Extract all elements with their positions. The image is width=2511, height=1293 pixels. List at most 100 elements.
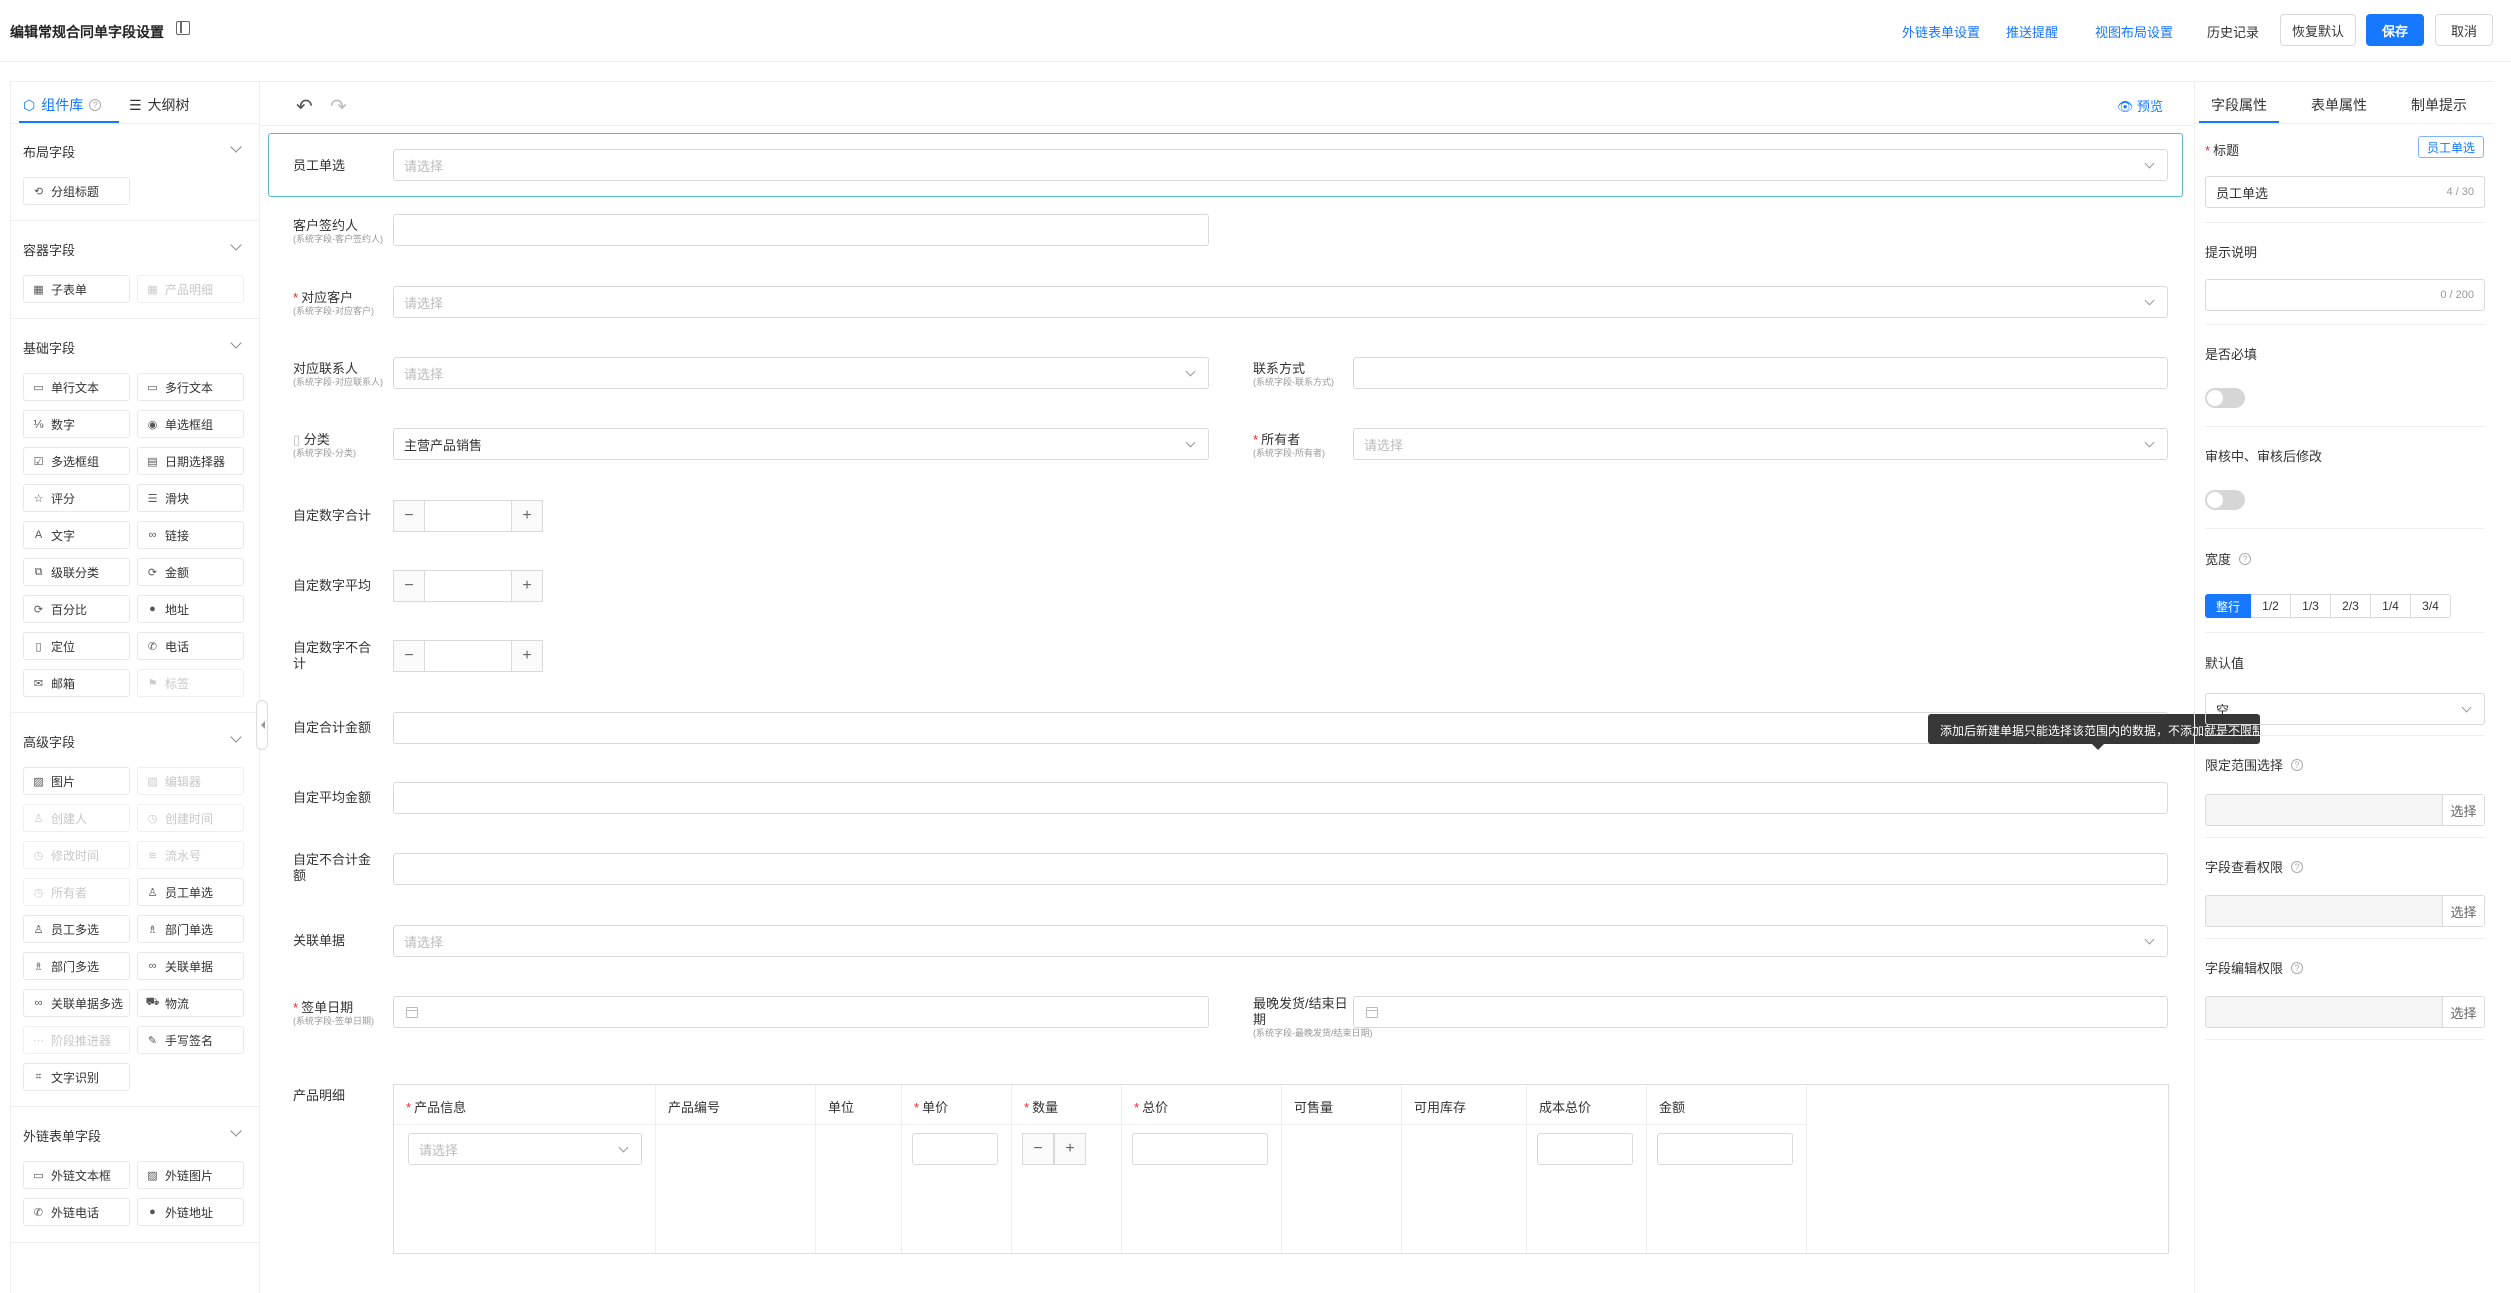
help-icon[interactable]: ?: [2291, 860, 2304, 873]
chevron-down-icon[interactable]: [230, 731, 242, 743]
component-external-address[interactable]: ● 外链地址: [137, 1198, 244, 1226]
num-sum-stepper[interactable]: − +: [393, 500, 543, 532]
customer-select[interactable]: 请选择: [393, 286, 2168, 318]
plus-icon[interactable]: +: [511, 640, 543, 672]
component-external-textbox[interactable]: ▭ 外链文本框: [23, 1161, 130, 1189]
component-slider[interactable]: ☰ 滑块: [137, 484, 244, 512]
component-handwritten-signature[interactable]: ✎ 手写签名: [137, 1026, 244, 1054]
tab-outline-tree[interactable]: ☰ 大纲树: [129, 95, 190, 115]
contact-select[interactable]: 请选择: [393, 357, 1209, 389]
width-option-full[interactable]: 整行: [2205, 594, 2252, 618]
end-date-picker[interactable]: [1353, 996, 2168, 1028]
minus-icon[interactable]: −: [1022, 1133, 1054, 1165]
component-checkbox-group[interactable]: ☑ 多选框组: [23, 447, 130, 475]
amt-sum-input[interactable]: [393, 712, 2168, 744]
required-toggle[interactable]: [2205, 388, 2245, 408]
tab-creation-hint[interactable]: 制单提示: [2411, 95, 2467, 115]
component-email[interactable]: ✉ 邮箱: [23, 669, 130, 697]
help-icon[interactable]: ?: [2291, 961, 2304, 974]
group-advanced-title[interactable]: 高级字段: [23, 732, 75, 751]
component-percentage[interactable]: ⟳ 百分比: [23, 595, 130, 623]
component-department-single[interactable]: ♗ 部门单选: [137, 915, 244, 943]
unit-price-input[interactable]: [912, 1133, 998, 1165]
help-icon[interactable]: ?: [89, 99, 102, 111]
component-link[interactable]: ∞ 链接: [137, 521, 244, 549]
component-date-picker[interactable]: ▤ 日期选择器: [137, 447, 244, 475]
category-select[interactable]: 主营产品销售: [393, 428, 1209, 460]
minus-icon[interactable]: −: [393, 570, 425, 602]
amount-input[interactable]: [1657, 1133, 1793, 1165]
plus-icon[interactable]: +: [1054, 1133, 1086, 1165]
chevron-down-icon[interactable]: [230, 141, 242, 153]
width-option-quarter[interactable]: 1/4: [2371, 594, 2412, 618]
component-external-image[interactable]: ▨ 外链图片: [137, 1161, 244, 1189]
total-price-input[interactable]: [1132, 1133, 1268, 1165]
title-input[interactable]: 员工单选 4 / 30: [2205, 176, 2485, 208]
amt-nosum-input[interactable]: [393, 853, 2168, 885]
push-reminder-link[interactable]: 推送提醒: [2006, 22, 2058, 41]
amt-avg-input[interactable]: [393, 782, 2168, 814]
component-employee-multi[interactable]: ♙ 员工多选: [23, 915, 130, 943]
undo-icon[interactable]: ↶: [296, 94, 313, 119]
edit-permission-field[interactable]: 选择: [2205, 996, 2485, 1028]
component-phone[interactable]: ✆ 电话: [137, 632, 244, 660]
component-single-line-text[interactable]: ▭ 单行文本: [23, 373, 130, 401]
component-multi-line-text[interactable]: ▭ 多行文本: [137, 373, 244, 401]
save-button[interactable]: 保存: [2366, 14, 2424, 46]
chevron-down-icon[interactable]: [230, 337, 242, 349]
component-logistics[interactable]: ⛟ 物流: [137, 989, 244, 1017]
width-option-half[interactable]: 1/2: [2251, 594, 2292, 618]
plus-icon[interactable]: +: [511, 570, 543, 602]
sign-date-picker[interactable]: [393, 996, 1209, 1028]
component-amount[interactable]: ⟳ 金额: [137, 558, 244, 586]
tab-component-library[interactable]: ⬡ 组件库 ?: [23, 95, 102, 115]
product-info-select[interactable]: 请选择: [408, 1133, 642, 1165]
component-text-recognition[interactable]: ⌗ 文字识别: [23, 1063, 130, 1091]
component-rating[interactable]: ☆ 评分: [23, 484, 130, 512]
chevron-down-icon[interactable]: [230, 239, 242, 251]
tab-form-properties[interactable]: 表单属性: [2311, 95, 2367, 115]
range-pick-button[interactable]: 选择: [2442, 795, 2484, 825]
width-option-two-thirds[interactable]: 2/3: [2331, 594, 2372, 618]
plus-icon[interactable]: +: [511, 500, 543, 532]
edit-after-review-toggle[interactable]: [2205, 490, 2245, 510]
group-layout-title[interactable]: 布局字段: [23, 142, 75, 161]
tab-field-properties[interactable]: 字段属性: [2211, 95, 2267, 115]
num-avg-input[interactable]: [425, 570, 511, 602]
component-cascade-category[interactable]: ⧉ 级联分类: [23, 558, 130, 586]
component-image[interactable]: ▨ 图片: [23, 767, 130, 795]
group-container-title[interactable]: 容器字段: [23, 240, 75, 259]
related-select[interactable]: 请选择: [393, 925, 2168, 957]
group-basic-title[interactable]: 基础字段: [23, 338, 75, 357]
width-option-three-quarters[interactable]: 3/4: [2411, 594, 2452, 618]
component-external-phone[interactable]: ✆ 外链电话: [23, 1198, 130, 1226]
layout-icon[interactable]: [176, 21, 190, 35]
view-permission-pick-button[interactable]: 选择: [2442, 896, 2484, 926]
owner-select[interactable]: 请选择: [1353, 428, 2168, 460]
help-icon[interactable]: ?: [2239, 552, 2252, 565]
num-sum-input[interactable]: [425, 500, 511, 532]
component-subform[interactable]: ▦ 子表单: [23, 275, 130, 303]
minus-icon[interactable]: −: [393, 640, 425, 672]
preview-button[interactable]: 👁 预览: [2117, 96, 2163, 115]
component-related-document-multi[interactable]: ∞ 关联单据多选: [23, 989, 130, 1017]
quantity-stepper[interactable]: − +: [1022, 1133, 1086, 1165]
hint-input[interactable]: 0 / 200: [2205, 279, 2485, 311]
component-number[interactable]: ⅑ 数字: [23, 410, 130, 438]
reset-default-button[interactable]: 恢复默认: [2280, 14, 2356, 46]
redo-icon[interactable]: ↷: [330, 94, 347, 119]
num-nosum-stepper[interactable]: − +: [393, 640, 543, 672]
signer-input[interactable]: [393, 214, 1209, 246]
component-positioning[interactable]: ▯ 定位: [23, 632, 130, 660]
width-option-third[interactable]: 1/3: [2291, 594, 2332, 618]
range-select-field[interactable]: 选择: [2205, 794, 2485, 826]
component-address[interactable]: ● 地址: [137, 595, 244, 623]
component-related-document[interactable]: ∞ 关联单据: [137, 952, 244, 980]
component-radio-group[interactable]: ◉ 单选框组: [137, 410, 244, 438]
group-external-title[interactable]: 外链表单字段: [23, 1126, 101, 1145]
view-permission-field[interactable]: 选择: [2205, 895, 2485, 927]
minus-icon[interactable]: −: [393, 500, 425, 532]
default-value-select[interactable]: 空: [2205, 693, 2485, 725]
cancel-button[interactable]: 取消: [2435, 14, 2493, 46]
num-avg-stepper[interactable]: − +: [393, 570, 543, 602]
